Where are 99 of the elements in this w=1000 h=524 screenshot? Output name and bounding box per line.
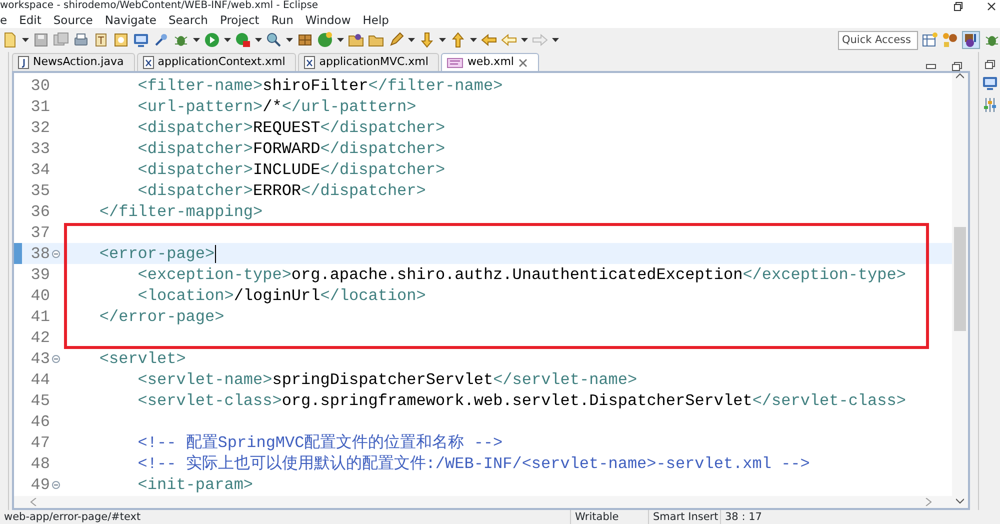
editor-tab[interactable]: web.xml	[441, 53, 539, 71]
menu-item[interactable]: Search	[168, 12, 208, 28]
maximize-icon[interactable]	[952, 62, 962, 71]
java-file-icon	[18, 56, 29, 69]
search-icon[interactable]	[266, 32, 282, 48]
menu-item[interactable]: Run	[271, 12, 294, 28]
line-number: 30	[30, 76, 50, 96]
scroll-left-icon[interactable]	[30, 498, 37, 506]
line-number: 33	[30, 138, 50, 160]
restore-icon[interactable]	[954, 2, 963, 10]
quick-access-field[interactable]: Quick Access	[838, 30, 918, 50]
code-line: <!-- 实际上也可以使用默认的配置文件:/WEB-INF/<servlet-name>-servlet.xml -->	[138, 454, 810, 474]
web-file-icon	[447, 56, 464, 68]
code-line: <servlet-name>springDispatcherServlet</servlet-name>	[138, 370, 638, 390]
arrow-up-icon[interactable]	[450, 32, 466, 48]
minimize-icon[interactable]	[926, 64, 936, 70]
scroll-down-icon[interactable]	[956, 498, 964, 504]
code-line: <location>/loginUrl</location>	[138, 286, 426, 306]
xml-file-icon	[304, 56, 316, 69]
line-number: 36	[30, 202, 50, 222]
caret-icon[interactable]	[22, 38, 29, 42]
line-number: 40	[30, 286, 50, 306]
code-line: <servlet>	[99, 348, 186, 370]
line-number: 38	[30, 244, 50, 264]
code-line: <dispatcher>REQUEST</dispatcher>	[138, 118, 446, 138]
menu-item[interactable]: Help	[362, 12, 389, 28]
menu-item[interactable]: Navigate	[104, 12, 156, 28]
collapse-icon[interactable]	[52, 480, 60, 488]
line-number: 47	[30, 432, 50, 454]
code-line: <servlet-class>org.springframework.web.servlet.DispatcherServlet</servlet-class>	[138, 390, 906, 412]
line-number: 41	[30, 306, 50, 328]
editor-tab[interactable]: NewsAction.java	[12, 53, 135, 71]
restore-icon[interactable]	[984, 60, 994, 69]
menu-item[interactable]: e	[0, 12, 8, 28]
line-number: 37	[30, 222, 50, 244]
menu-item[interactable]: Project	[220, 12, 260, 28]
line-number: 35	[30, 180, 50, 202]
scroll-up-icon[interactable]	[956, 73, 964, 79]
code-line: <init-param>	[138, 474, 254, 496]
caret-icon[interactable]	[552, 38, 559, 42]
status-text: Smart Insert	[648, 510, 720, 524]
code-line: <error-page>	[99, 244, 215, 264]
code-line: <dispatcher>INCLUDE</dispatcher>	[138, 160, 446, 180]
line-number: 34	[30, 160, 50, 180]
code-line: <dispatcher>FORWARD</dispatcher>	[138, 138, 446, 160]
monitor-icon[interactable]	[133, 32, 149, 48]
line-number: 44	[30, 370, 50, 390]
type-icon[interactable]	[93, 32, 109, 48]
status-text: Writable	[570, 510, 648, 524]
line-number: 42	[30, 328, 50, 348]
caret-icon[interactable]	[521, 38, 528, 42]
monitor-icon[interactable]	[982, 75, 998, 91]
status-text: 38 : 17	[720, 510, 768, 524]
folder-icon[interactable]	[348, 32, 364, 48]
line-number: 46	[30, 412, 50, 432]
menu-item[interactable]: Window	[305, 12, 351, 28]
collapse-icon[interactable]	[52, 250, 60, 258]
menu-item[interactable]: Edit	[19, 12, 42, 28]
code-line: <exception-type>org.apache.shiro.authz.UnauthenticatedException</exception-type>	[138, 264, 906, 286]
pin-icon[interactable]	[153, 32, 169, 48]
code-line: <dispatcher>ERROR</dispatcher>	[138, 180, 426, 202]
code-line: <filter-name>shiroFilter</filter-name>	[138, 76, 503, 96]
caret-icon[interactable]	[408, 38, 415, 42]
scrollbar-thumb[interactable]	[954, 227, 966, 331]
line-number: 49	[30, 474, 50, 496]
save-all-icon[interactable]	[53, 32, 69, 48]
line-number: 32	[30, 118, 50, 138]
line-number: 45	[30, 390, 50, 412]
xml-file-icon	[142, 56, 154, 69]
collapse-icon[interactable]	[52, 354, 60, 362]
menu-item[interactable]: Source	[53, 12, 93, 28]
line-number: 48	[30, 454, 50, 474]
code-line: </filter-mapping>	[99, 202, 263, 222]
sliders-icon[interactable]	[982, 97, 998, 113]
caret-icon[interactable]	[255, 38, 262, 42]
package-icon[interactable]	[297, 32, 313, 48]
arrow-down-icon[interactable]	[419, 32, 435, 48]
editor-tab[interactable]: applicationMVC.xml	[298, 53, 440, 71]
editor-tab[interactable]: applicationContext.xml	[136, 53, 296, 71]
caret-icon[interactable]	[470, 38, 477, 42]
status-path: web-app/error-page/#text	[3, 510, 142, 524]
window-title: workspace - shirodemo/WebContent/WEB-INF/web.xml - Eclipse	[0, 0, 318, 12]
caret-icon[interactable]	[286, 38, 293, 42]
text-cursor	[214, 244, 216, 262]
pencil-icon[interactable]	[388, 32, 404, 48]
code-line: <url-pattern>/*</url-pattern>	[138, 96, 416, 118]
caret-icon[interactable]	[439, 38, 446, 42]
line-number: 43	[30, 348, 50, 370]
caret-icon[interactable]	[193, 38, 200, 42]
caret-icon[interactable]	[337, 38, 344, 42]
code-line: </error-page>	[99, 306, 224, 328]
caret-icon[interactable]	[224, 38, 231, 42]
close-icon[interactable]	[987, 2, 996, 10]
scroll-right-icon[interactable]	[925, 498, 932, 506]
print-icon[interactable]	[73, 32, 89, 48]
back-icon[interactable]	[481, 32, 497, 48]
line-number: 31	[30, 96, 50, 118]
code-line: <!-- 配置SpringMVC配置文件的位置和名称 -->	[138, 432, 503, 454]
line-number: 39	[30, 264, 50, 286]
